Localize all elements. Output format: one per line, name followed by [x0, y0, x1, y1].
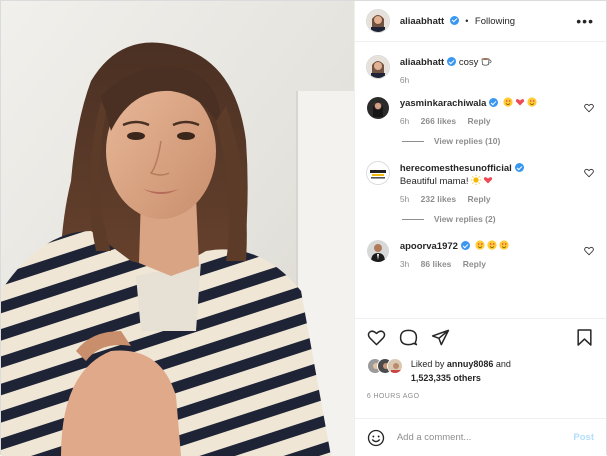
liked-by-user[interactable]: annuy8086 [447, 359, 494, 369]
comment-avatar-image [366, 97, 389, 119]
view-replies-line [401, 140, 424, 142]
comment-meta: 6h 266 likes Reply [400, 116, 594, 126]
caption-meta: 6h [400, 75, 594, 85]
like-heart-icon[interactable] [367, 328, 386, 347]
comment-username[interactable]: apoorva1972 [400, 241, 458, 252]
like-comment-heart-icon[interactable] [584, 246, 594, 256]
caption-avatar[interactable] [366, 56, 389, 78]
comment-time[interactable]: 6h [400, 116, 409, 126]
header-username-wrap: aliaabhatt • Following [400, 15, 515, 27]
comment-meta: 5h 232 likes Reply [400, 194, 594, 204]
more-options-icon[interactable]: ••• [576, 13, 594, 29]
verified-badge-icon [460, 241, 470, 250]
caption-username[interactable]: aliaabhatt [400, 57, 444, 68]
view-replies-label: View replies (10) [433, 136, 501, 146]
comment-bubble-icon[interactable] [399, 328, 418, 347]
add-comment-bar: Post [354, 418, 606, 456]
comment-meta: 3h 86 likes Reply [400, 259, 594, 269]
reply-button[interactable]: Reply [468, 194, 491, 204]
following-button[interactable]: Following [475, 16, 515, 27]
comment: herecomesthesunofficial Beautiful mama! [366, 162, 594, 204]
post-photo[interactable] [1, 1, 354, 456]
caption-text: aliaabhatt cosy [400, 56, 594, 69]
instagram-post-modal: aliaabhatt • Following ••• aliaabhatt co… [0, 0, 607, 456]
comment-content: Beautiful mama! [399, 176, 469, 187]
share-paper-plane-icon[interactable] [431, 328, 450, 347]
comment-time[interactable]: 5h [400, 194, 409, 204]
liked-by-joiner: and [495, 359, 511, 369]
author-avatar[interactable] [366, 10, 389, 32]
view-replies-button[interactable]: View replies (10) [401, 136, 594, 146]
liker-avatar [386, 358, 403, 374]
emoji-heart-eyes-heart-heart-eyes-icon [503, 97, 537, 107]
comment-avatar-image [366, 240, 389, 262]
caption: aliaabhatt cosy 6h [366, 56, 594, 85]
comment-avatar-image [366, 162, 389, 184]
verified-badge-icon [449, 15, 459, 25]
post-side-panel: aliaabhatt • Following ••• aliaabhatt co… [353, 1, 606, 456]
liked-by-text: Liked by annuy8086 and 1,523,335 others [411, 357, 511, 385]
liked-by-avatars[interactable] [366, 357, 407, 375]
comment: yasminkarachiwala 6h 266 likes Reply [366, 97, 594, 126]
comment-time[interactable]: 3h [400, 259, 409, 269]
comment-body: yasminkarachiwala 6h 266 likes Reply [400, 97, 594, 126]
reply-button[interactable]: Reply [463, 259, 486, 269]
liked-by: Liked by annuy8086 and 1,523,335 others [366, 357, 594, 385]
comment-avatar[interactable] [366, 162, 389, 184]
header-username[interactable]: aliaabhatt [400, 16, 444, 27]
view-replies-button[interactable]: View replies (2) [401, 214, 594, 224]
caption-body: aliaabhatt cosy 6h [400, 56, 594, 85]
comment-text: apoorva1972 [400, 240, 594, 253]
liked-by-prefix: Liked by [410, 359, 445, 369]
post-actions [354, 318, 606, 356]
like-comment-heart-icon[interactable] [584, 168, 594, 178]
caption-avatar-image [366, 56, 389, 78]
comment-avatar[interactable] [366, 97, 389, 119]
comment-likes[interactable]: 266 likes [421, 116, 456, 126]
comment-likes[interactable]: 86 likes [421, 259, 452, 269]
like-comment-heart-icon[interactable] [584, 103, 594, 113]
comment-username[interactable]: yasminkarachiwala [400, 98, 487, 109]
view-replies-line [401, 218, 424, 220]
comment-body: apoorva1972 3h 86 likes Reply [400, 240, 594, 269]
verified-badge-icon [514, 163, 524, 172]
header-separator: • [465, 15, 469, 26]
comment-body: herecomesthesunofficial Beautiful mama! [400, 162, 594, 204]
verified-badge-icon [447, 57, 457, 66]
comment-input[interactable] [396, 432, 574, 443]
caption-time[interactable]: 6h [400, 75, 409, 85]
post-timestamp[interactable]: 6 HOURS AGO [367, 393, 420, 400]
author-avatar-image [366, 10, 389, 32]
emoji-picker-icon[interactable] [367, 429, 385, 447]
comment-username[interactable]: herecomesthesunofficial [400, 163, 512, 174]
caption-content: cosy [458, 57, 479, 68]
emoji-heart-eyes-x3-icon [474, 240, 509, 250]
comment-text: herecomesthesunofficial Beautiful mama! [400, 162, 594, 188]
comment-text: yasminkarachiwala [400, 97, 594, 110]
post-comment-button[interactable]: Post [573, 432, 594, 443]
post-image [1, 1, 354, 456]
verified-badge-icon [489, 98, 499, 107]
comment-avatar[interactable] [366, 240, 389, 262]
liked-by-others[interactable]: 1,523,335 others [411, 373, 481, 383]
liker-avatar-image [387, 359, 402, 373]
comment-likes[interactable]: 232 likes [421, 194, 456, 204]
comments-list[interactable]: aliaabhatt cosy 6h yasminkarachiwala 6h … [355, 42, 606, 318]
emoji-sun-heart-icon [471, 175, 493, 185]
comment: apoorva1972 3h 86 likes Reply [366, 240, 594, 269]
post-header: aliaabhatt • Following ••• [354, 1, 606, 42]
view-replies-label: View replies (2) [433, 214, 496, 224]
coffee-cup-icon [481, 58, 492, 66]
save-bookmark-icon[interactable] [575, 328, 594, 347]
reply-button[interactable]: Reply [468, 116, 491, 126]
